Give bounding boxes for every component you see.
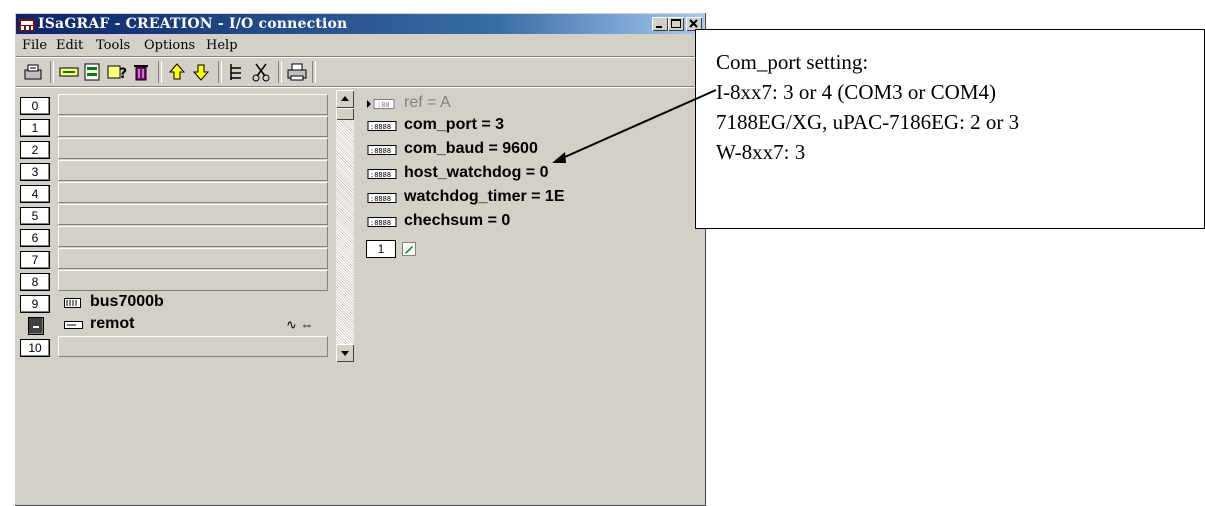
arrow-head-icon xyxy=(552,152,566,163)
callout-arrow xyxy=(552,89,717,163)
